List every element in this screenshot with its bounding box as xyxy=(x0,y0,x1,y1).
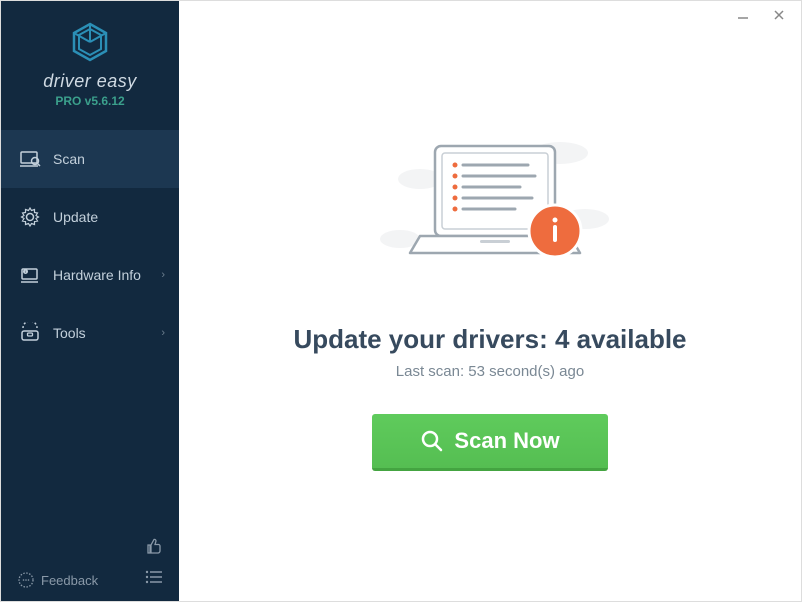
nav-item-tools[interactable]: Tools › xyxy=(1,304,179,362)
thumbs-up-icon[interactable] xyxy=(145,537,163,560)
brand-second: easy xyxy=(97,71,137,91)
nav-item-update[interactable]: Update xyxy=(1,188,179,246)
brand-name: driver easy xyxy=(21,71,159,92)
main-content: Update your drivers: 4 available Last sc… xyxy=(179,1,801,601)
menu-list-icon[interactable] xyxy=(145,570,163,589)
logo-area: driver easy PRO v5.6.12 xyxy=(1,1,179,118)
scan-button-label: Scan Now xyxy=(454,428,559,454)
laptop-illustration xyxy=(360,121,620,306)
nav-item-label: Scan xyxy=(53,151,85,167)
close-button[interactable] xyxy=(769,5,789,25)
nav: Scan Update i Hardware Info › Tools xyxy=(1,130,179,525)
brand-first: driver xyxy=(43,71,91,91)
scan-icon xyxy=(19,148,41,170)
last-scan-text: Last scan: 53 second(s) ago xyxy=(396,363,584,380)
hardware-icon: i xyxy=(19,264,41,286)
feedback-label: Feedback xyxy=(41,573,98,588)
nav-item-label: Hardware Info xyxy=(53,267,141,283)
tools-icon xyxy=(19,322,41,344)
nav-item-scan[interactable]: Scan xyxy=(1,130,179,188)
feedback-button[interactable]: Feedback xyxy=(17,571,98,589)
headline-text: Update your drivers: 4 available xyxy=(293,324,686,355)
chevron-right-icon: › xyxy=(161,269,165,281)
scan-now-button[interactable]: Scan Now xyxy=(372,414,607,471)
svg-text:i: i xyxy=(25,269,26,274)
sidebar-footer: Feedback xyxy=(1,525,179,601)
nav-item-label: Update xyxy=(53,209,98,225)
nav-item-label: Tools xyxy=(53,325,86,341)
minimize-button[interactable] xyxy=(733,5,753,25)
app-logo-icon xyxy=(69,21,111,63)
chevron-right-icon: › xyxy=(161,327,165,339)
sidebar: driver easy PRO v5.6.12 Scan Update i Ha… xyxy=(1,1,179,601)
gear-icon xyxy=(19,206,41,228)
app-version: PRO v5.6.12 xyxy=(21,94,159,108)
search-icon xyxy=(420,429,444,453)
nav-item-hardware-info[interactable]: i Hardware Info › xyxy=(1,246,179,304)
